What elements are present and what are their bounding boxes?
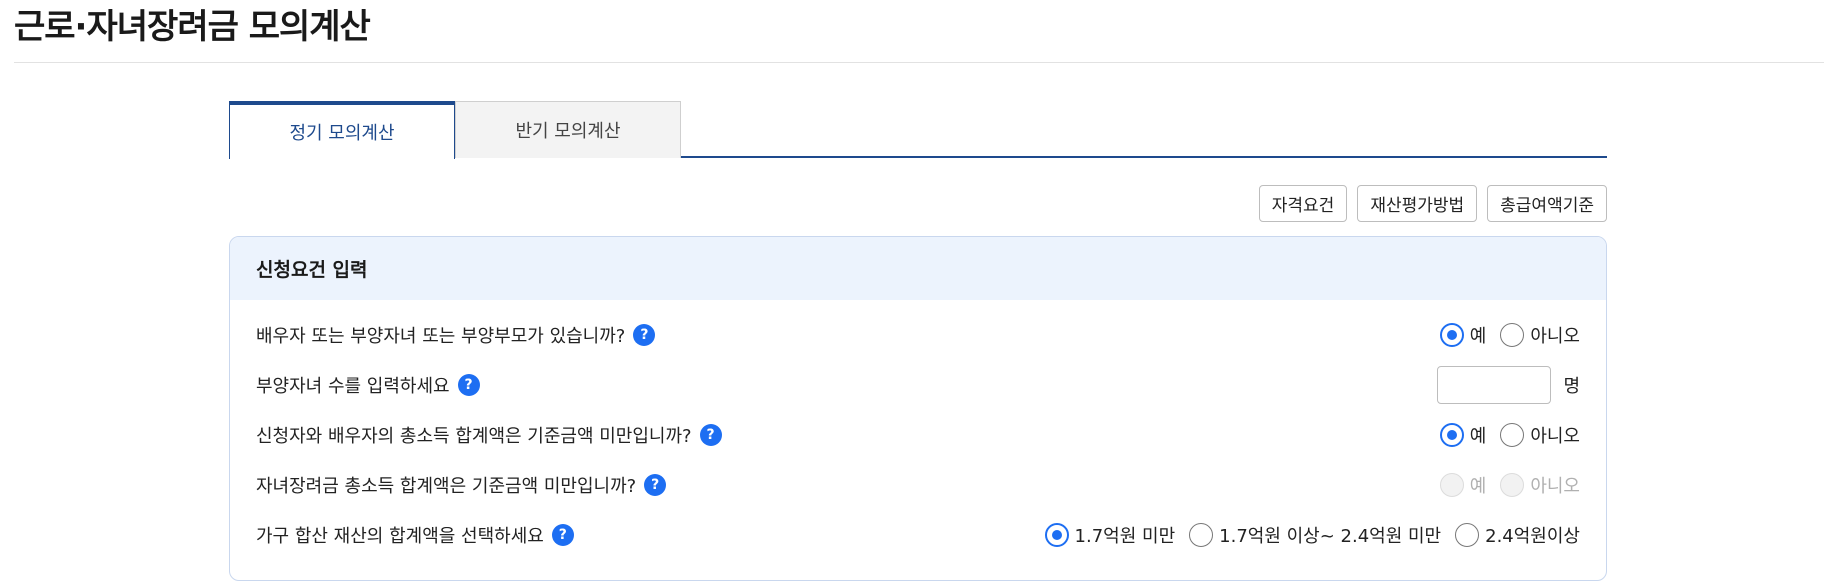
info-button-row: 자격요건 재산평가방법 총급여액기준 [1258, 185, 1607, 222]
eligibility-button[interactable]: 자격요건 [1258, 185, 1348, 222]
help-icon[interactable]: ? [644, 474, 667, 496]
property-valuation-button[interactable]: 재산평가방법 [1357, 185, 1478, 222]
radio-checked-icon [1439, 323, 1464, 347]
tab-regular-calc[interactable]: 정기 모의계산 [229, 101, 455, 159]
child-count-input[interactable] [1437, 366, 1552, 404]
question-row-dependents: 배우자 또는 부양자녀 또는 부양부모가 있습니까? ? 예 아니오 [230, 315, 1606, 355]
radio-unchecked-icon [1500, 323, 1525, 347]
panel-title: 신청요건 입력 [230, 237, 1606, 300]
radio-unchecked-icon [1500, 423, 1525, 447]
question-label: 자녀장려금 총소득 합계액은 기준금액 미만입니까? [256, 476, 637, 497]
question-row-child-count: 부양자녀 수를 입력하세요 ? 명 [230, 365, 1606, 405]
question-label: 배우자 또는 부양자녀 또는 부양부모가 있습니까? [256, 326, 626, 347]
help-icon[interactable]: ? [633, 324, 656, 346]
question-row-child-income: 자녀장려금 총소득 합계액은 기준금액 미만입니까? ? 예 아니오 [230, 465, 1606, 505]
help-icon[interactable]: ? [457, 374, 480, 396]
calc-tabs: 정기 모의계산 반기 모의계산 [229, 101, 1607, 159]
radio-disabled-icon [1500, 473, 1525, 497]
radio-checked-icon [1044, 523, 1069, 547]
radio-1-7-to-2-4[interactable]: 1.7억원 이상~ 2.4억원 미만 [1189, 522, 1441, 548]
question-label: 가구 합산 재산의 합계액을 선택하세요 [256, 526, 544, 547]
question-label: 부양자녀 수를 입력하세요 [256, 376, 450, 397]
page-title: 근로·자녀장려금 모의계산 [14, 7, 371, 47]
question-row-total-income: 신청자와 배우자의 총소득 합계액은 기준금액 미만입니까? ? 예 아니오 [230, 415, 1606, 455]
radio-yes[interactable]: 예 [1439, 322, 1486, 348]
radio-checked-icon [1439, 423, 1464, 447]
radio-disabled-icon [1439, 473, 1464, 497]
radio-unchecked-icon [1455, 523, 1480, 547]
radio-yes-disabled: 예 [1439, 472, 1486, 498]
radio-no[interactable]: 아니오 [1500, 422, 1580, 448]
requirements-panel: 신청요건 입력 배우자 또는 부양자녀 또는 부양부모가 있습니까? ? 예 아… [229, 236, 1607, 581]
radio-no[interactable]: 아니오 [1500, 322, 1580, 348]
unit-label: 명 [1563, 376, 1580, 397]
title-divider [14, 62, 1824, 63]
help-icon[interactable]: ? [699, 424, 722, 446]
radio-no-disabled: 아니오 [1500, 472, 1580, 498]
radio-unchecked-icon [1189, 523, 1214, 547]
total-salary-criteria-button[interactable]: 총급여액기준 [1487, 185, 1607, 222]
question-label: 신청자와 배우자의 총소득 합계액은 기준금액 미만입니까? [256, 426, 692, 447]
radio-under-1-7[interactable]: 1.7억원 미만 [1044, 522, 1175, 548]
question-row-property: 가구 합산 재산의 합계액을 선택하세요 ? 1.7억원 미만 1.7억원 이상… [230, 515, 1606, 555]
radio-over-2-4[interactable]: 2.4억원이상 [1455, 522, 1580, 548]
radio-yes[interactable]: 예 [1439, 422, 1486, 448]
help-icon[interactable]: ? [551, 524, 574, 546]
tab-half-year-calc[interactable]: 반기 모의계산 [455, 101, 681, 158]
